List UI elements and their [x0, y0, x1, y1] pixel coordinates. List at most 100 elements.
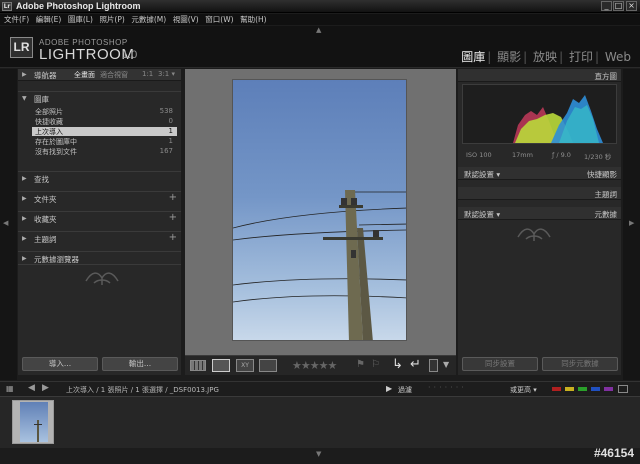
toolbar: XY ★★★★★ ⚑ ⚐ ↳ ↵ ▼: [185, 355, 456, 375]
menu-item-metadata[interactable]: 元數據(M): [131, 14, 166, 25]
color-label-icon[interactable]: [429, 359, 438, 372]
identity-plate: ▲ LR ADOBE PHOTOSHOP LIGHTROOM 1.0 圖庫 | 顯…: [0, 26, 640, 68]
expanded-triangle-icon: ▼: [22, 95, 27, 102]
rotate-right-icon[interactable]: ↳: [392, 357, 403, 372]
yellow-label-filter[interactable]: [565, 387, 574, 391]
add-keyword-icon[interactable]: +: [169, 232, 177, 243]
sync-metadata-button[interactable]: 同步元數據: [542, 357, 618, 371]
rating-filter-dropdown[interactable]: 或更高 ▾: [510, 385, 537, 395]
module-slideshow[interactable]: 放映: [533, 50, 557, 64]
menu-item-file[interactable]: 文件(F): [4, 14, 29, 25]
menu-item-photo[interactable]: 照片(P): [99, 14, 124, 25]
zoom-3-1[interactable]: 3:1 ▾: [158, 70, 175, 78]
close-icon[interactable]: ×: [626, 1, 637, 11]
minimize-icon[interactable]: _: [601, 1, 612, 11]
maximize-icon[interactable]: □: [613, 1, 624, 11]
menu-item-view[interactable]: 視圖(V): [173, 14, 199, 25]
reject-flag-icon[interactable]: ⚐: [371, 359, 380, 370]
collapsed-triangle-icon: ▶: [22, 235, 27, 242]
module-library[interactable]: 圖庫: [461, 50, 485, 64]
add-folder-icon[interactable]: +: [169, 192, 177, 203]
navigator-header[interactable]: ▶ 導航器 全畫面 適合視窗 1:1 3:1 ▾: [18, 69, 181, 81]
toolbar-menu-icon[interactable]: ▼: [443, 360, 449, 369]
histogram-header[interactable]: 直方圖: [458, 69, 621, 82]
library-item-last-import[interactable]: 上次導入 1: [32, 127, 177, 136]
filter-toggle-icon[interactable]: [618, 385, 628, 393]
blue-label-filter[interactable]: [591, 387, 600, 391]
menu-item-window[interactable]: 窗口(W): [205, 14, 233, 25]
filter-rating-dots[interactable]: ·······: [428, 383, 467, 392]
add-collection-icon[interactable]: +: [169, 212, 177, 223]
metadata-preset-dropdown[interactable]: 默認設置 ▾: [464, 209, 500, 220]
filmstrip-bar: ▦ ◀ ▶ 上次導入 / 1 張照片 / 1 張選擇 / _DSF0013.JP…: [0, 381, 640, 395]
library-item-quick-collection[interactable]: 快捷收藏 0: [32, 117, 177, 126]
library-item-all-photos[interactable]: 全部照片 538: [32, 107, 177, 116]
right-edge: ▶: [623, 69, 640, 380]
back-arrow-icon[interactable]: ◀: [28, 383, 35, 393]
left-edge: ◀: [0, 69, 17, 380]
library-item-label: 快捷收藏: [35, 118, 63, 126]
red-label-filter[interactable]: [552, 387, 561, 391]
library-item-in-library[interactable]: 存在於圖庫中 1: [32, 137, 177, 146]
collapse-left-icon[interactable]: ◀: [3, 219, 8, 227]
collapsed-triangle-icon: ▶: [22, 255, 27, 262]
keywords-header[interactable]: 主題詞: [458, 187, 621, 200]
zoom-fit[interactable]: 全畫面: [74, 70, 95, 80]
import-button[interactable]: 導入...: [22, 357, 98, 371]
preset-dropdown[interactable]: 默認設置 ▾: [464, 169, 500, 180]
survey-view-icon[interactable]: [259, 359, 277, 372]
panel-end-ornament: [516, 225, 552, 246]
quick-develop-header[interactable]: 默認設置 ▾ 快捷顯影: [458, 167, 621, 180]
watermark: #46154: [593, 446, 634, 460]
section-keywords[interactable]: ▶ 主題詞 +: [18, 231, 181, 245]
module-web[interactable]: Web: [605, 50, 631, 64]
lightroom-window: Lr Adobe Photoshop Lightroom _ □ × 文件(F)…: [0, 0, 640, 464]
library-item-label: 沒有找到文件: [35, 148, 77, 156]
collapsed-triangle-icon: ▶: [22, 195, 27, 202]
grid-view-icon[interactable]: [190, 360, 206, 371]
section-folders[interactable]: ▶ 文件夾 +: [18, 191, 181, 205]
section-library-label: 圖庫: [34, 95, 49, 104]
histogram: [462, 84, 617, 144]
compare-view-icon[interactable]: XY: [236, 359, 254, 372]
flag-icon[interactable]: ⚑: [356, 359, 365, 370]
section-collections[interactable]: ▶ 收藏夾 +: [18, 211, 181, 225]
main-photo[interactable]: [232, 79, 407, 341]
section-keywords-label: 主題詞: [34, 235, 57, 244]
collapse-right-icon[interactable]: ▶: [629, 219, 634, 227]
rotate-left-icon[interactable]: ↵: [410, 357, 421, 372]
section-library[interactable]: ▼ 圖庫: [18, 91, 181, 105]
menu-item-edit[interactable]: 編輯(E): [36, 14, 62, 25]
collapse-top-icon[interactable]: ▲: [316, 26, 321, 34]
section-metadata-browser[interactable]: ▶ 元數據瀏覽器: [18, 251, 181, 265]
collapse-bottom-icon[interactable]: ▼: [316, 450, 321, 458]
histogram-label: 直方圖: [594, 72, 618, 81]
section-find[interactable]: ▶ 查找: [18, 171, 181, 185]
loupe-view-icon[interactable]: [212, 359, 230, 372]
library-item-count: 0: [168, 117, 173, 125]
export-button[interactable]: 輸出...: [102, 357, 178, 371]
menu-item-help[interactable]: 幫助(H): [240, 14, 267, 25]
zoom-fill[interactable]: 適合視窗: [100, 70, 128, 80]
filter-arrow-icon[interactable]: ▶: [386, 384, 392, 393]
secondary-window-icon[interactable]: ▦: [6, 384, 14, 393]
metadata-header[interactable]: 默認設置 ▾ 元數據: [458, 207, 621, 220]
module-develop[interactable]: 顯影: [497, 50, 521, 64]
green-label-filter[interactable]: [578, 387, 587, 391]
window-title: Adobe Photoshop Lightroom: [16, 1, 141, 11]
collapsed-triangle-icon: ▶: [22, 215, 27, 222]
filmstrip: [0, 396, 640, 448]
thumbnail-image: [20, 402, 48, 442]
sync-settings-button[interactable]: 同步設置: [462, 357, 538, 371]
library-item-count: 538: [159, 107, 173, 115]
module-print[interactable]: 打印: [569, 50, 593, 64]
section-folders-label: 文件夾: [34, 195, 57, 204]
filmstrip-breadcrumb[interactable]: 上次導入 / 1 張照片 / 1 張選擇 / _DSF0013.JPG: [66, 385, 219, 395]
library-item-missing-files[interactable]: 沒有找到文件 167: [32, 147, 177, 156]
purple-label-filter[interactable]: [604, 387, 613, 391]
menu-item-library[interactable]: 圖庫(L): [68, 14, 93, 25]
rating-stars[interactable]: ★★★★★: [292, 359, 337, 372]
zoom-1-1[interactable]: 1:1: [142, 70, 153, 78]
forward-arrow-icon[interactable]: ▶: [42, 383, 49, 393]
filter-label: 過濾: [398, 386, 412, 394]
